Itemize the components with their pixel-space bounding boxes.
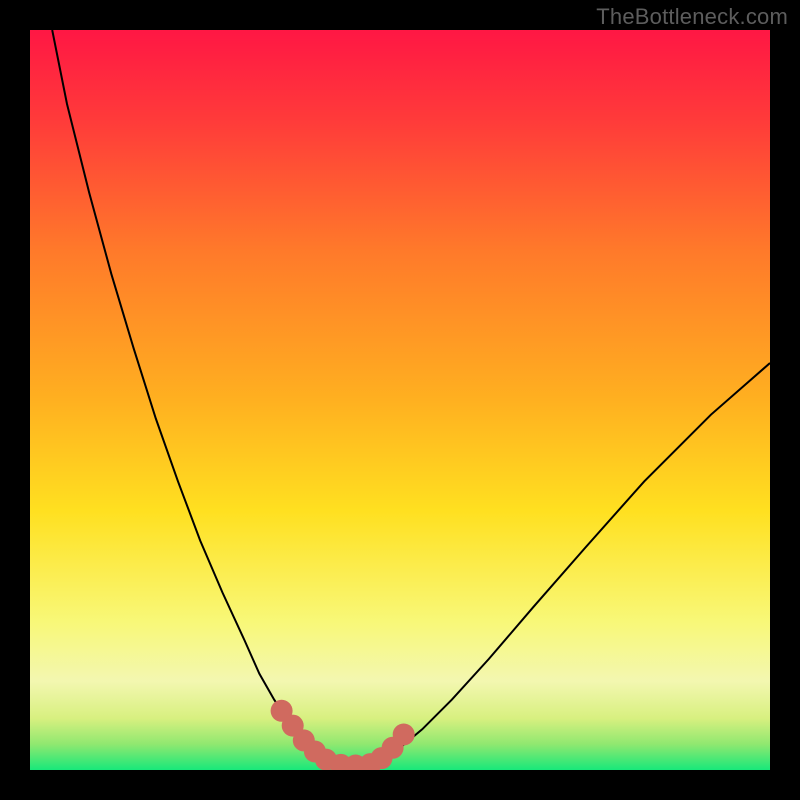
marker-dot [393, 723, 415, 745]
plot-area [30, 30, 770, 770]
watermark-text: TheBottleneck.com [596, 4, 788, 30]
bottleneck-curve [52, 30, 770, 766]
chart-frame: TheBottleneck.com [0, 0, 800, 800]
curve-layer [30, 30, 770, 770]
marker-dots [271, 700, 415, 770]
